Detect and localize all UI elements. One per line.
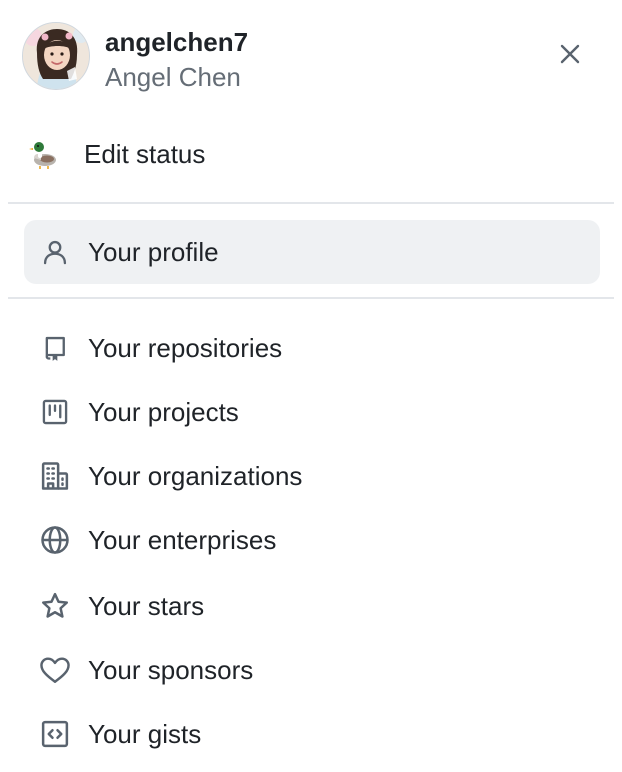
duck-emoji-icon: [22, 132, 66, 176]
person-icon: [39, 236, 71, 268]
edit-status-label: Edit status: [84, 139, 206, 169]
menu-item-label: Your sponsors: [88, 655, 254, 685]
project-icon: [39, 396, 71, 428]
menu-item-label: Your enterprises: [88, 525, 277, 555]
heart-icon: [39, 654, 71, 686]
edit-status-button[interactable]: Edit status: [24, 124, 600, 184]
divider: [8, 202, 614, 204]
menu-item-your-organizations[interactable]: Your organizations: [24, 444, 600, 508]
menu-item-your-enterprises[interactable]: Your enterprises: [24, 508, 600, 572]
star-icon: [39, 590, 71, 622]
menu-item-your-projects[interactable]: Your projects: [24, 380, 600, 444]
menu-item-label: Your projects: [88, 397, 239, 427]
close-button[interactable]: [548, 34, 592, 78]
menu-item-label: Your repositories: [88, 333, 283, 363]
username: angelchen7: [105, 27, 249, 57]
menu-item-your-gists[interactable]: Your gists: [24, 702, 600, 766]
menu-item-label: Your stars: [88, 591, 205, 621]
menu-item-your-stars[interactable]: Your stars: [24, 574, 600, 638]
code-square-icon: [39, 718, 71, 750]
close-icon: [558, 42, 582, 71]
menu-item-your-repositories[interactable]: Your repositories: [24, 316, 600, 380]
user-avatar[interactable]: [22, 22, 90, 90]
globe-icon: [39, 524, 71, 556]
divider: [8, 297, 614, 299]
menu-item-your-profile[interactable]: Your profile: [24, 220, 600, 284]
menu-item-label: Your profile: [88, 237, 219, 267]
user-header: angelchen7 Angel Chen: [22, 22, 600, 92]
repo-icon: [39, 332, 71, 364]
menu-item-label: Your gists: [88, 719, 202, 749]
menu-item-your-sponsors[interactable]: Your sponsors: [24, 638, 600, 702]
full-name: Angel Chen: [105, 62, 241, 92]
user-menu-panel: angelchen7 Angel Chen Edit status Your p…: [0, 0, 622, 772]
menu-item-label: Your organizations: [88, 461, 303, 491]
organization-icon: [39, 460, 71, 492]
